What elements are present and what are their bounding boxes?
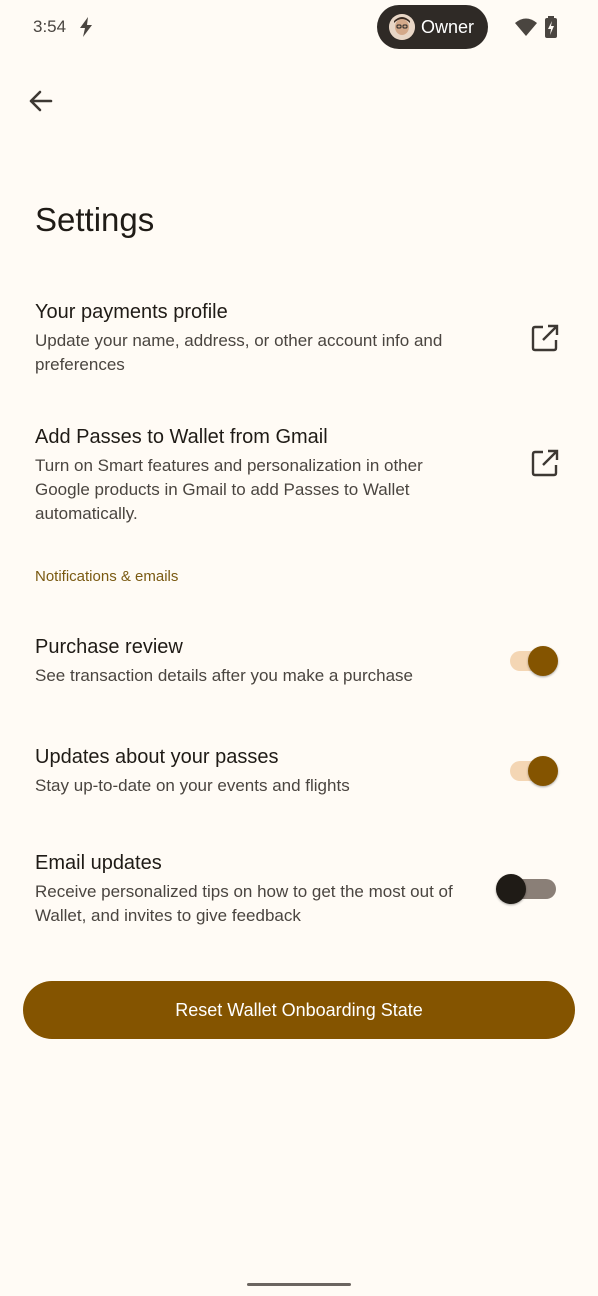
setting-title: Purchase review xyxy=(35,636,183,658)
owner-label: Owner xyxy=(421,17,475,37)
home-indicator[interactable] xyxy=(247,1283,351,1286)
setting-description: Stay up-to-date on your events and fligh… xyxy=(35,776,350,795)
setting-title: Add Passes to Wallet from Gmail xyxy=(35,426,328,448)
gmail-passes-item[interactable]: Add Passes to Wallet from Gmail Turn on … xyxy=(0,426,598,523)
flash-icon xyxy=(80,17,92,37)
payments-profile-item[interactable]: Your payments profile Update your name, … xyxy=(0,301,598,381)
setting-title: Updates about your passes xyxy=(35,746,279,768)
pass-updates-item: Updates about your passes Stay up-to-dat… xyxy=(0,746,598,806)
wifi-icon xyxy=(515,18,537,36)
battery-charging-icon xyxy=(545,16,557,38)
page-title: Settings xyxy=(35,201,155,238)
toggle-thumb xyxy=(528,646,558,676)
setting-title: Email updates xyxy=(35,852,162,874)
status-bar: 3:54 Owner xyxy=(0,0,598,56)
section-header-notifications: Notifications & emails xyxy=(35,568,179,585)
setting-description: Receive personalized tips on how to get … xyxy=(35,882,453,925)
open-in-new-icon xyxy=(531,324,559,352)
setting-title: Your payments profile xyxy=(35,301,228,323)
setting-description: Update your name, address, or other acco… xyxy=(35,331,443,374)
back-button[interactable] xyxy=(24,84,58,118)
reset-onboarding-button[interactable]: Reset Wallet Onboarding State xyxy=(23,981,575,1039)
setting-description: See transaction details after you make a… xyxy=(35,666,413,685)
status-time: 3:54 xyxy=(33,17,67,36)
avatar xyxy=(389,14,415,40)
purchase-review-item: Purchase review See transaction details … xyxy=(0,636,598,696)
toggle-thumb xyxy=(496,874,526,904)
open-in-new-icon xyxy=(531,449,559,477)
owner-profile-chip[interactable]: Owner xyxy=(377,5,488,49)
email-updates-toggle[interactable] xyxy=(496,872,558,906)
setting-description: Turn on Smart features and personalizati… xyxy=(35,456,423,523)
purchase-review-toggle[interactable] xyxy=(503,644,561,678)
toggle-thumb xyxy=(528,756,558,786)
email-updates-item: Email updates Receive personalized tips … xyxy=(0,852,598,932)
arrow-back-icon xyxy=(29,90,53,112)
pass-updates-toggle[interactable] xyxy=(503,754,561,788)
